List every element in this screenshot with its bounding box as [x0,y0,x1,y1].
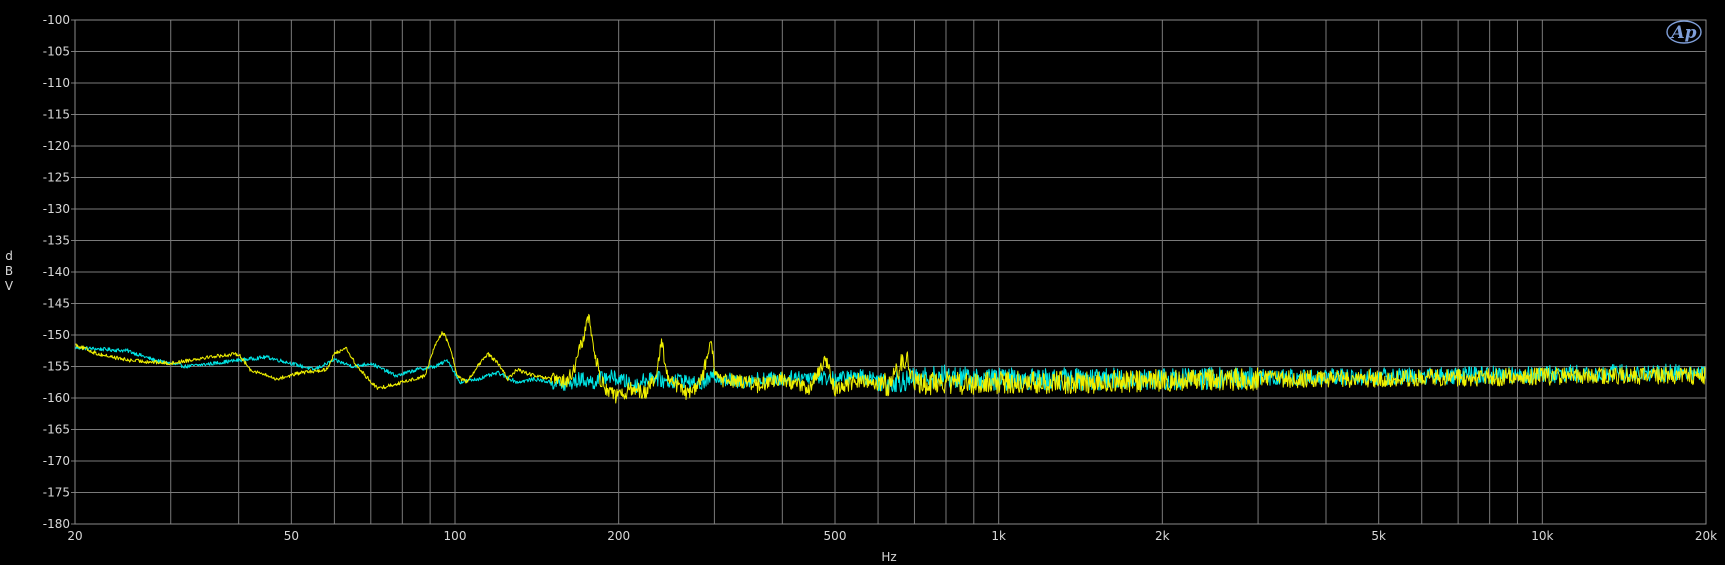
y-tick-label: -120 [43,139,70,153]
x-tick-label: 20 [67,529,82,543]
chart-background [0,0,1725,565]
y-tick-label: -100 [43,13,70,27]
x-tick-label: 5k [1371,529,1386,543]
y-axis-title-line-2: B [5,264,13,278]
ap-logo-text: Ap [1669,23,1696,43]
y-tick-label: -180 [43,517,70,531]
x-tick-label: 10k [1531,529,1553,543]
y-tick-label: -130 [43,202,70,216]
y-tick-label: -165 [43,423,70,437]
x-tick-label: 1k [991,529,1006,543]
x-tick-label: 200 [607,529,630,543]
y-tick-label: -175 [43,486,70,500]
spectrum-chart: -100 -105 -110 -115 -120 -125 -130 -135 -140 -145… [0,0,1725,565]
y-tick-label: -140 [43,265,70,279]
y-axis-title-line-1: d [5,249,13,263]
y-tick-label: -150 [43,328,70,342]
ap-logo: Ap [1666,20,1702,44]
y-tick-label: -105 [43,45,70,59]
x-tick-label: 2k [1155,529,1170,543]
y-axis-title-line-3: V [5,279,14,293]
y-tick-label: -145 [43,297,70,311]
x-tick-label: 500 [824,529,847,543]
x-tick-label: 100 [444,529,467,543]
y-tick-label: -170 [43,454,70,468]
x-tick-label: 50 [284,529,299,543]
x-axis-title: Hz [881,550,896,564]
y-tick-label: -110 [43,76,70,90]
y-tick-label: -155 [43,360,70,374]
y-tick-label: -135 [43,234,70,248]
y-tick-label: -125 [43,171,70,185]
y-tick-label: -160 [43,391,70,405]
x-tick-label: 20k [1695,529,1717,543]
y-tick-label: -115 [43,108,70,122]
